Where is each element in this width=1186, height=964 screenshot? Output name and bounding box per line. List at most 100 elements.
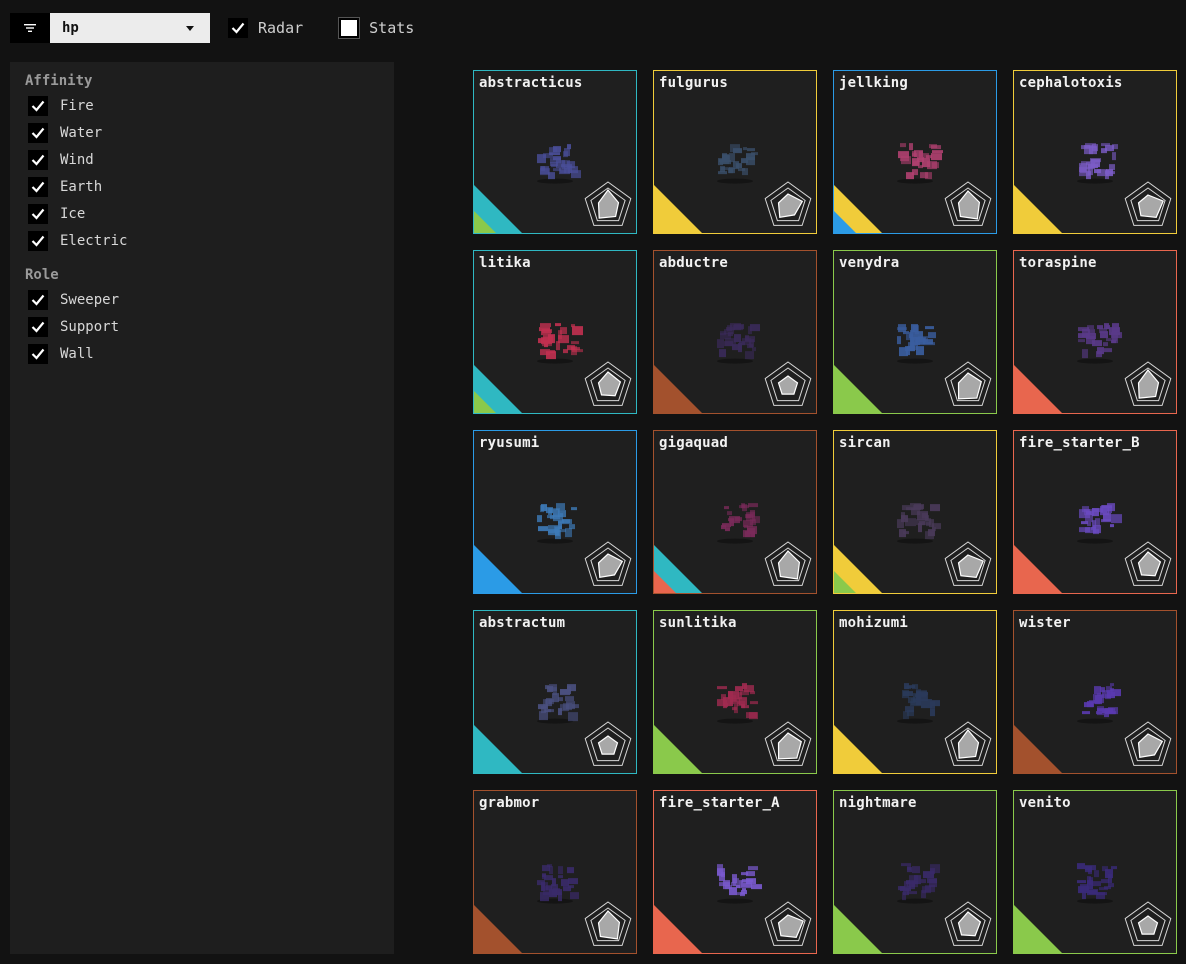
radar-chart-icon [1124,901,1172,946]
affinity-option-label: Fire [60,97,94,114]
monster-card[interactable]: jellking [833,70,997,234]
monster-name: jellking [839,75,909,91]
monster-card[interactable]: abstractum [473,610,637,774]
radar-chart-icon [764,361,812,406]
monster-sprite [897,324,936,364]
monster-card[interactable]: gigaquad [653,430,817,594]
affinity-checkbox[interactable] [28,203,48,224]
monster-card[interactable]: nightmare [833,790,997,954]
affinity-list: Fire Water Wind Earth Ice Electric [25,92,379,254]
monster-sprite [1077,323,1122,364]
monster-card[interactable]: toraspine [1013,250,1177,414]
monster-sprite [717,864,762,904]
affinity-title: Affinity [25,73,93,89]
role-option-support[interactable]: Support [25,313,379,340]
monster-name: abstractum [479,615,566,631]
monster-card[interactable]: abductre [653,250,817,414]
monster-name: venydra [839,255,900,271]
radar-chart-icon [1124,721,1172,766]
check-icon [31,181,45,193]
affinity-badge [1014,725,1062,773]
monster-sprite [537,864,579,904]
monster-card[interactable]: venydra [833,250,997,414]
monster-name: mohizumi [839,615,909,631]
check-icon [31,235,45,247]
affinity-checkbox[interactable] [28,149,48,170]
radar-chart-icon [584,181,632,226]
role-checkbox[interactable] [28,343,48,364]
radar-toggle[interactable]: Radar [228,18,303,38]
affinity-badge [834,365,882,413]
affinity-option-earth[interactable]: Earth [25,173,379,200]
monster-name: gigaquad [659,435,729,451]
monster-name: toraspine [1019,255,1097,271]
monster-card[interactable]: wister [1013,610,1177,774]
monster-card[interactable]: grabmor [473,790,637,954]
radar-chart-icon [944,901,992,946]
radar-chart-icon [764,541,812,586]
radar-chart-icon [1124,181,1172,226]
radar-chart-icon [764,721,812,766]
affinity-checkbox[interactable] [28,95,48,116]
monster-name: abductre [659,255,729,271]
radar-label: Radar [258,19,304,37]
affinity-badge [1014,185,1062,233]
affinity-badge [654,185,702,233]
role-option-wall[interactable]: Wall [25,340,379,367]
monster-card[interactable]: fulgurus [653,70,817,234]
monster-card[interactable]: fire_starter_A [653,790,817,954]
check-icon [31,321,45,333]
monster-card[interactable]: sunlitika [653,610,817,774]
affinity-option-label: Wind [60,151,94,168]
monster-name: wister [1019,615,1071,631]
role-list: Sweeper Support Wall [25,286,379,367]
monster-name: abstracticus [479,75,583,91]
stats-checkbox[interactable] [339,18,360,38]
monster-card[interactable]: litika [473,250,637,414]
monster-card[interactable]: venito [1013,790,1177,954]
affinity-option-label: Water [60,124,103,141]
affinity-option-water[interactable]: Water [25,119,379,146]
monster-card[interactable]: fire_starter_B [1013,430,1177,594]
monster-name: litika [479,255,531,271]
sort-select[interactable]: hp [50,13,210,43]
role-title: Role [25,267,59,283]
monster-sprite [537,323,583,364]
chevron-down-icon [186,25,194,31]
check-icon [31,208,45,220]
affinity-option-ice[interactable]: Ice [25,200,379,227]
monster-card[interactable]: mohizumi [833,610,997,774]
affinity-checkbox[interactable] [28,230,48,251]
affinity-option-wind[interactable]: Wind [25,146,379,173]
radar-chart-icon [944,541,992,586]
monster-sprite [717,144,758,184]
monster-card[interactable]: abstracticus [473,70,637,234]
affinity-option-label: Electric [60,232,128,249]
affinity-badge [474,545,522,593]
affinity-badge [834,905,882,953]
filter-icon [24,24,36,32]
role-checkbox[interactable] [28,289,48,310]
stats-toggle[interactable]: Stats [339,18,414,38]
radar-checkbox[interactable] [228,18,248,38]
monster-card[interactable]: cephalotoxis [1013,70,1177,234]
role-checkbox[interactable] [28,316,48,337]
affinity-checkbox[interactable] [28,176,48,197]
affinity-badge [654,725,702,773]
monster-name: fire_starter_B [1019,435,1140,451]
monster-card[interactable]: sircan [833,430,997,594]
monster-sprite [897,143,943,184]
affinity-option-fire[interactable]: Fire [25,92,379,119]
affinity-option-electric[interactable]: Electric [25,227,379,254]
radar-chart-icon [584,901,632,946]
role-option-sweeper[interactable]: Sweeper [25,286,379,313]
filter-button[interactable] [10,13,50,43]
affinity-checkbox[interactable] [28,122,48,143]
check-icon [31,348,45,360]
monster-card[interactable]: ryusumi [473,430,637,594]
monster-sprite [717,323,760,364]
radar-chart-icon [584,541,632,586]
role-option-label: Wall [60,345,94,362]
radar-chart-icon [584,721,632,766]
role-option-label: Sweeper [60,291,120,308]
